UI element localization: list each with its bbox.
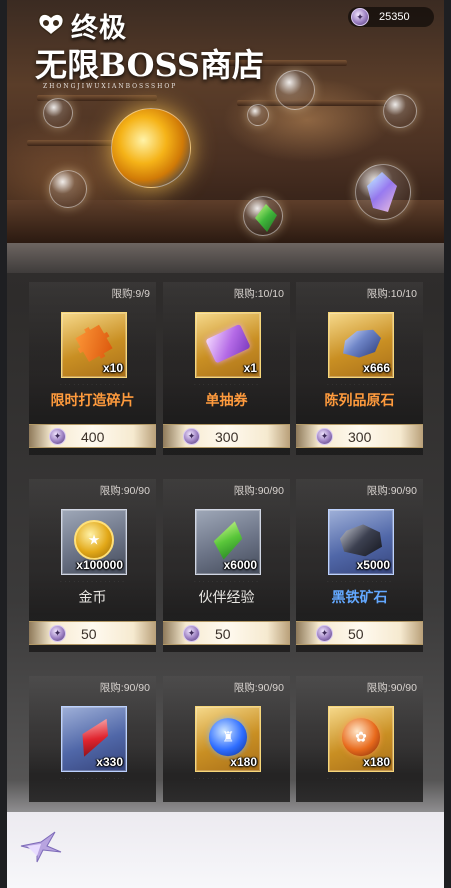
item-price: 400 bbox=[81, 429, 105, 445]
bubble-icon bbox=[43, 98, 73, 128]
buy-button[interactable]: ✦ 50 bbox=[29, 621, 156, 645]
item-name: 伙伴经验 bbox=[198, 589, 255, 605]
item-price: 50 bbox=[348, 626, 364, 642]
decorative-divider: · · · · · · · · · · · · · · · bbox=[327, 382, 392, 387]
buy-button[interactable]: ✦ 300 bbox=[296, 424, 423, 448]
item-icon-frame: x666 bbox=[328, 312, 394, 378]
item-name: 陈列品原石 bbox=[324, 392, 395, 408]
buy-button[interactable]: ✦ 400 bbox=[29, 424, 156, 448]
item-name: 单抽券 bbox=[205, 392, 248, 408]
shop-item-card[interactable]: 限购:90/90 ♜ x180 · · · · · · · · · · · · … bbox=[163, 676, 290, 802]
item-quantity: x5000 bbox=[356, 558, 390, 572]
star-icon: ★ bbox=[87, 531, 101, 548]
item-quantity: x6000 bbox=[223, 558, 257, 572]
paw-icon: ✿ bbox=[355, 728, 367, 745]
shop-item-card[interactable]: 限购:90/90 x6000 · · · · · · · · · · · · ·… bbox=[163, 479, 290, 652]
boss-coin-icon: ✦ bbox=[49, 428, 66, 445]
item-icon-frame: ★ x100000 bbox=[61, 509, 127, 575]
purchase-limit: 限购:10/10 bbox=[233, 288, 284, 300]
decorative-divider: · · · · · · · · · · · · · · · bbox=[327, 579, 392, 584]
banner-divider bbox=[7, 243, 444, 273]
item-name: 金币 bbox=[78, 589, 107, 605]
purchase-limit: 限购:9/9 bbox=[111, 288, 150, 300]
shop-item-card[interactable]: 限购:90/90 x330 · · · · · · · · · · · · · … bbox=[29, 676, 156, 802]
helmet-icon: ♜ bbox=[221, 728, 235, 745]
decorative-divider: · · · · · · · · · · · · · · · bbox=[60, 579, 125, 584]
item-icon-frame: x6000 bbox=[195, 509, 261, 575]
blue-orb-icon: ♜ bbox=[209, 718, 247, 757]
buy-button[interactable]: ✦ 50 bbox=[163, 621, 290, 645]
item-icon-frame: x5000 bbox=[328, 509, 394, 575]
item-icon-frame: x330 bbox=[61, 706, 127, 772]
item-quantity: x100000 bbox=[76, 558, 123, 572]
boss-coin-icon: ✦ bbox=[49, 625, 66, 642]
item-quantity: x180 bbox=[230, 755, 257, 769]
shop-banner: 终极 无限BOSS商店 ZHONGJIWUXIANBOSSSHOP bbox=[7, 0, 444, 243]
decorative-divider: · · · · · · · · · · · · · · · bbox=[60, 382, 125, 387]
bubble-icon bbox=[275, 70, 315, 110]
decorative-divider: · · · · · · · · · · · · · · · bbox=[194, 382, 259, 387]
item-name: 黑铁矿石 bbox=[331, 589, 388, 605]
boss-coin-icon: ✦ bbox=[351, 8, 369, 26]
ticket-icon bbox=[205, 323, 251, 364]
bubble-icon bbox=[247, 104, 269, 126]
bubble-icon bbox=[383, 94, 417, 128]
bottom-nav bbox=[7, 812, 444, 888]
decorative-divider: · · · · · · · · · · · · · · · bbox=[327, 776, 392, 781]
item-quantity: x666 bbox=[363, 361, 390, 375]
item-name: 限时打造碎片 bbox=[50, 392, 135, 408]
item-quantity: x330 bbox=[96, 755, 123, 769]
boss-coin-icon: ✦ bbox=[183, 428, 200, 445]
item-icon-frame: x10 bbox=[61, 312, 127, 378]
shelf bbox=[27, 140, 117, 146]
item-quantity: x10 bbox=[102, 361, 123, 375]
green-crystal-icon bbox=[209, 517, 247, 563]
decorative-divider: · · · · · · · · · · · · · · · bbox=[194, 579, 259, 584]
purchase-limit: 限购:90/90 bbox=[233, 682, 284, 694]
boss-coin-icon: ✦ bbox=[316, 625, 333, 642]
decorative-divider: · · · · · · · · · · · · · · · bbox=[60, 776, 125, 781]
shop-item-card[interactable]: 限购:90/90 ✿ x180 · · · · · · · · · · · · … bbox=[296, 676, 423, 802]
iron-ore-icon bbox=[340, 524, 382, 557]
currency-value: 25350 bbox=[379, 11, 410, 23]
gold-coin-icon: ★ bbox=[74, 520, 114, 560]
item-icon-frame: ✿ x180 bbox=[328, 706, 394, 772]
boss-coin-icon: ✦ bbox=[316, 428, 333, 445]
buy-button[interactable]: ✦ 300 bbox=[163, 424, 290, 448]
shop-item-card[interactable]: 限购:10/10 x1 · · · · · · · · · · · · · · … bbox=[163, 282, 290, 455]
page-title: 无限BOSS商店 bbox=[35, 46, 265, 84]
shop-item-card[interactable]: 限购:10/10 x666 · · · · · · · · · · · · · … bbox=[296, 282, 423, 455]
item-quantity: x180 bbox=[363, 755, 390, 769]
boss-coin-icon: ✦ bbox=[183, 625, 200, 642]
purchase-limit: 限购:90/90 bbox=[366, 485, 417, 497]
purchase-limit: 限购:10/10 bbox=[366, 288, 417, 300]
star-logo-icon[interactable] bbox=[17, 830, 63, 864]
bubble-icon bbox=[49, 170, 87, 208]
item-icon-frame: ♜ x180 bbox=[195, 706, 261, 772]
purchase-limit: 限购:90/90 bbox=[99, 485, 150, 497]
fire-orb-icon: ✿ bbox=[342, 718, 380, 757]
buy-button[interactable]: ✦ 50 bbox=[296, 621, 423, 645]
golden-orb-icon bbox=[111, 108, 191, 188]
item-price: 300 bbox=[215, 429, 239, 445]
shop-item-card[interactable]: 限购:9/9 x10 · · · · · · · · · · · · · · ·… bbox=[29, 282, 156, 455]
red-shard-icon bbox=[72, 712, 115, 761]
item-price: 300 bbox=[348, 429, 372, 445]
page-subtitle: ZHONGJIWUXIANBOSSSHOP bbox=[43, 83, 178, 90]
shop-item-card[interactable]: 限购:90/90 x5000 · · · · · · · · · · · · ·… bbox=[296, 479, 423, 652]
purchase-limit: 限购:90/90 bbox=[99, 682, 150, 694]
emblem-icon bbox=[37, 12, 65, 36]
item-icon-frame: x1 bbox=[195, 312, 261, 378]
currency-display[interactable]: ✦ 25350 bbox=[348, 7, 434, 27]
item-price: 50 bbox=[81, 626, 97, 642]
item-price: 50 bbox=[215, 626, 231, 642]
shop-item-card[interactable]: 限购:90/90 ★ x100000 · · · · · · · · · · ·… bbox=[29, 479, 156, 652]
decorative-divider: · · · · · · · · · · · · · · · bbox=[194, 776, 259, 781]
purchase-limit: 限购:90/90 bbox=[233, 485, 284, 497]
puzzle-piece-icon bbox=[71, 320, 117, 366]
ore-icon bbox=[343, 329, 381, 358]
item-quantity: x1 bbox=[243, 361, 257, 375]
purchase-limit: 限购:90/90 bbox=[366, 682, 417, 694]
